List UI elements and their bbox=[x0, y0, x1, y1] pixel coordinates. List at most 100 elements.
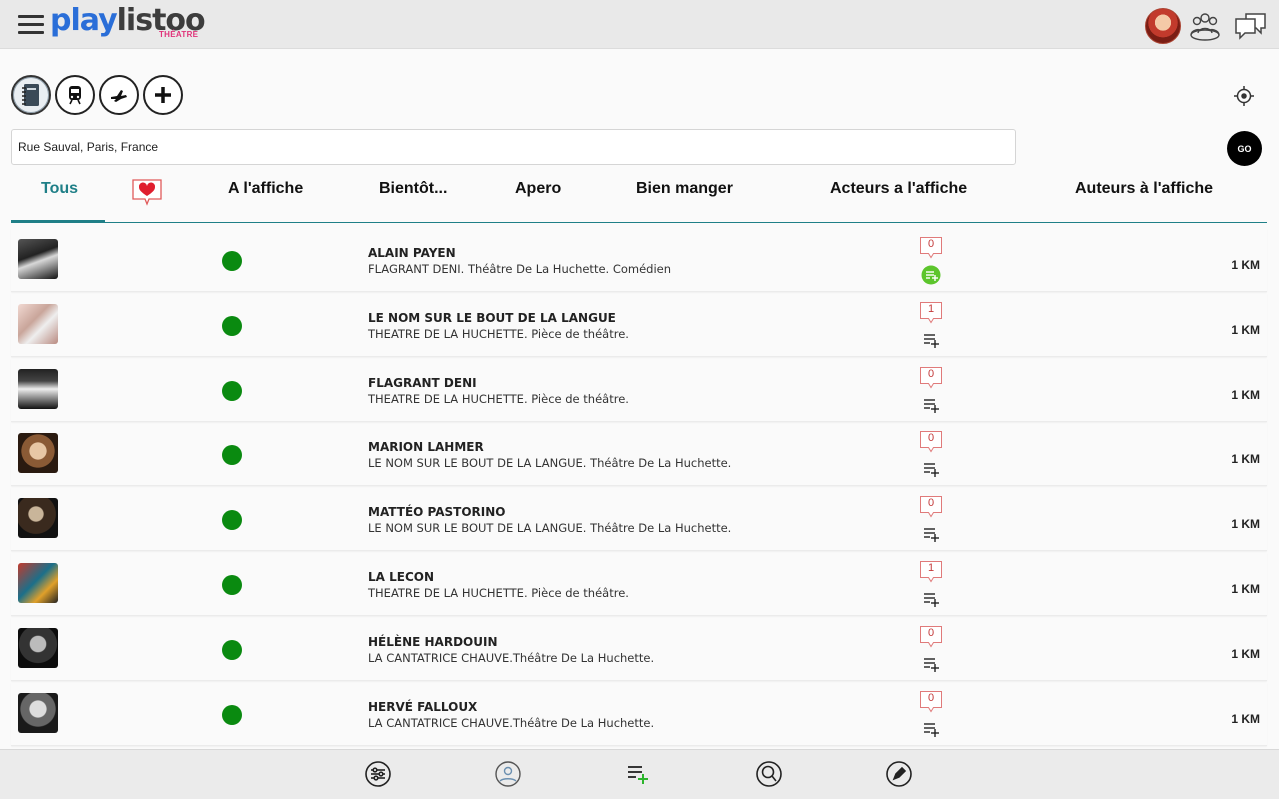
notebook-icon bbox=[22, 84, 39, 106]
list-item[interactable]: MARION LAHMER LE NOM SUR LE BOUT DE LA LA… bbox=[11, 422, 1267, 487]
go-button[interactable]: GO bbox=[1227, 131, 1262, 166]
crosshair-location-icon[interactable] bbox=[1233, 85, 1255, 107]
item-distance: 1 KM bbox=[1231, 711, 1260, 726]
plane-icon bbox=[111, 90, 127, 102]
plus-icon bbox=[155, 87, 171, 103]
search-icon[interactable] bbox=[755, 760, 783, 788]
comment-count: 0 bbox=[927, 691, 935, 704]
item-title: LA LECON bbox=[368, 570, 435, 584]
item-subtitle: LA CANTATRICE CHAUVE.Théâtre De La Huche… bbox=[368, 715, 655, 730]
user-avatar[interactable] bbox=[1145, 8, 1181, 44]
add-to-playlist-icon[interactable] bbox=[921, 395, 941, 415]
compass-edit-icon[interactable] bbox=[885, 760, 913, 788]
item-subtitle: LA CANTATRICE CHAUVE.Théâtre De La Huche… bbox=[368, 650, 655, 665]
tab-bientot[interactable]: Bientôt... bbox=[379, 180, 447, 198]
status-dot bbox=[222, 380, 242, 401]
comment-count: 0 bbox=[927, 626, 935, 639]
list-item[interactable]: LA LECON THEATRE DE LA HUCHETTE. Pièce de… bbox=[11, 552, 1267, 616]
tab-bien-manger[interactable]: Bien manger bbox=[636, 180, 733, 198]
comment-count-badge[interactable]: 0 bbox=[919, 690, 943, 714]
comment-count: 1 bbox=[927, 562, 935, 574]
item-title: FLAGRANT DENI bbox=[368, 375, 477, 390]
status-dot bbox=[222, 639, 242, 660]
category-tabs: Tous A l'affiche Bientôt... Apero Bien m… bbox=[11, 168, 1267, 223]
comment-count: 0 bbox=[927, 432, 935, 445]
profile-map-icon[interactable] bbox=[494, 760, 522, 788]
comment-count: 1 bbox=[927, 302, 935, 315]
add-to-playlist-icon[interactable] bbox=[921, 589, 941, 609]
item-title: MATTÉO PASTORINO bbox=[368, 505, 506, 520]
top-header: playlistoo THÉATRE bbox=[0, 0, 1279, 49]
comment-count-badge[interactable]: 0 bbox=[919, 495, 943, 519]
item-thumbnail bbox=[18, 563, 58, 603]
location-search-input[interactable] bbox=[11, 129, 1016, 165]
group-users-icon[interactable] bbox=[1188, 8, 1222, 42]
tab-tous[interactable]: Tous bbox=[41, 180, 78, 198]
tab-a-laffiche[interactable]: A l'affiche bbox=[228, 180, 303, 198]
item-title: HERVÉ FALLOUX bbox=[368, 699, 478, 714]
comment-count-badge[interactable]: 0 bbox=[919, 236, 943, 260]
tab-acteurs-a-laffiche[interactable]: Acteurs a l'affiche bbox=[830, 180, 967, 198]
active-tab-underline bbox=[11, 220, 105, 223]
list-item[interactable]: HÉLÈNE HARDOUIN LA CANTATRICE CHAUVE.Théâ… bbox=[11, 617, 1267, 681]
playlist-add-icon[interactable] bbox=[624, 760, 652, 788]
status-dot bbox=[222, 704, 242, 725]
item-title: MARION LAHMER bbox=[368, 440, 484, 455]
tab-auteurs-a-laffiche[interactable]: Auteurs à l'affiche bbox=[1075, 180, 1213, 198]
comment-count-badge[interactable]: 1 bbox=[919, 560, 943, 584]
item-title: ALAIN PAYEN bbox=[368, 246, 456, 260]
comment-count: 0 bbox=[927, 367, 935, 380]
bottom-navigation bbox=[0, 749, 1279, 799]
item-thumbnail bbox=[18, 303, 58, 344]
comment-count-badge[interactable]: 0 bbox=[919, 366, 943, 390]
list-item[interactable]: HERVÉ FALLOUX LA CANTATRICE CHAUVE.Théâtr… bbox=[11, 682, 1267, 746]
item-distance: 1 KM bbox=[1231, 517, 1260, 532]
comment-count-badge[interactable]: 0 bbox=[919, 625, 943, 649]
comment-count-badge[interactable]: 0 bbox=[919, 430, 943, 454]
item-distance: 1 KM bbox=[1231, 646, 1260, 661]
item-distance: 1 KM bbox=[1231, 452, 1260, 467]
add-to-playlist-icon[interactable] bbox=[921, 719, 941, 739]
tab-favorites-heart-icon[interactable] bbox=[131, 178, 163, 206]
list-item[interactable]: ALAIN PAYEN FLAGRANT DENI. Théâtre De La … bbox=[11, 228, 1267, 292]
add-to-playlist-icon[interactable] bbox=[921, 654, 941, 674]
list-item[interactable]: LE NOM SUR LE BOUT DE LA LANGUE THEATRE D… bbox=[11, 293, 1267, 357]
item-subtitle: LE NOM SUR LE BOUT DE LA LANGUE. Théâtre… bbox=[368, 456, 732, 471]
item-subtitle: THEATRE DE LA HUCHETTE. Pièce de théâtre… bbox=[368, 391, 629, 406]
item-distance: 1 KM bbox=[1231, 322, 1260, 337]
item-thumbnail bbox=[18, 627, 58, 668]
list-item[interactable]: FLAGRANT DENI THEATRE DE LA HUCHETTE. Piè… bbox=[11, 358, 1267, 422]
train-icon bbox=[69, 86, 81, 105]
add-to-playlist-icon[interactable] bbox=[921, 524, 941, 544]
add-to-playlist-icon[interactable] bbox=[921, 459, 941, 479]
plane-button[interactable] bbox=[99, 75, 139, 115]
item-thumbnail bbox=[18, 368, 58, 409]
add-button[interactable] bbox=[143, 75, 183, 115]
filter-sliders-icon[interactable] bbox=[364, 760, 392, 788]
notebook-button[interactable] bbox=[11, 75, 51, 115]
item-thumbnail bbox=[18, 498, 58, 539]
logo-text-play: play bbox=[50, 3, 118, 38]
list-item[interactable]: MATTÉO PASTORINO LE NOM SUR LE BOUT DE LA… bbox=[11, 487, 1267, 552]
status-dot bbox=[222, 315, 242, 336]
item-subtitle: THEATRE DE LA HUCHETTE. Pièce de théâtre… bbox=[368, 586, 629, 600]
add-to-playlist-icon[interactable] bbox=[921, 330, 941, 350]
status-dot bbox=[222, 445, 242, 466]
tab-apero[interactable]: Apero bbox=[515, 180, 561, 198]
comment-count-badge[interactable]: 1 bbox=[919, 301, 943, 325]
comment-count: 0 bbox=[927, 238, 935, 250]
status-dot bbox=[222, 251, 242, 271]
item-distance: 1 KM bbox=[1231, 258, 1260, 272]
add-to-playlist-icon[interactable] bbox=[921, 265, 941, 285]
chat-bubbles-icon[interactable] bbox=[1234, 8, 1268, 42]
status-dot bbox=[222, 575, 242, 595]
item-distance: 1 KM bbox=[1231, 582, 1260, 596]
menu-icon[interactable] bbox=[18, 13, 44, 35]
item-distance: 1 KM bbox=[1231, 387, 1260, 402]
item-subtitle: THEATRE DE LA HUCHETTE. Pièce de théâtre… bbox=[368, 326, 629, 341]
comment-count: 0 bbox=[927, 497, 935, 510]
item-thumbnail bbox=[18, 239, 58, 279]
logo-subtitle: THÉATRE bbox=[159, 30, 199, 39]
train-button[interactable] bbox=[55, 75, 95, 115]
item-subtitle: FLAGRANT DENI. Théâtre De La Huchette. C… bbox=[368, 262, 672, 276]
